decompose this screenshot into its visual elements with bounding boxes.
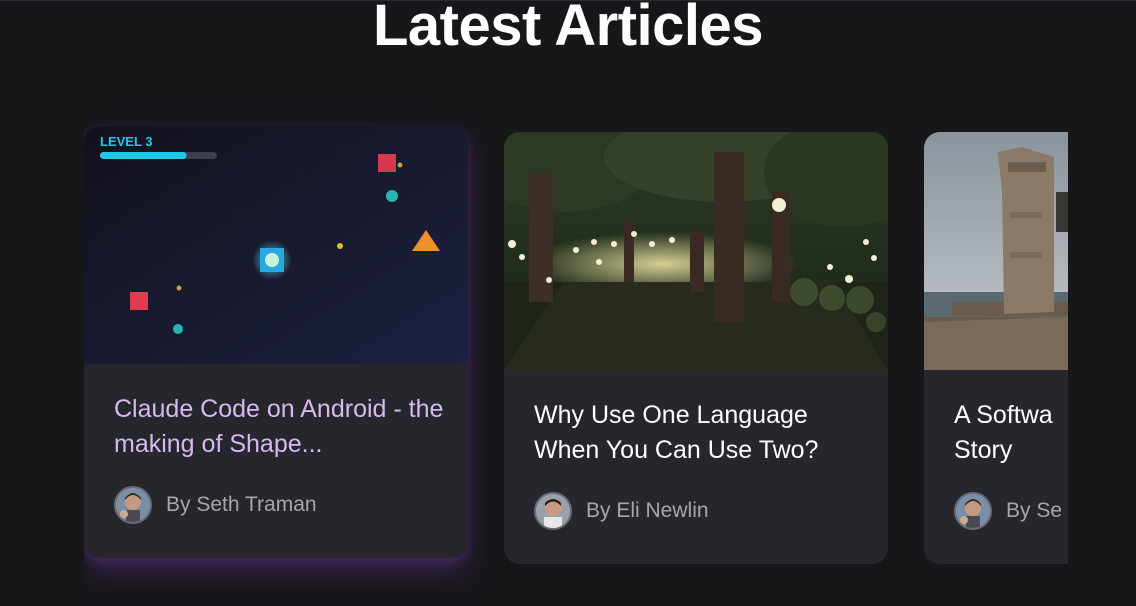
level-progress-fill: [100, 152, 187, 159]
articles-carousel: LEVEL 3 Claude Code on Android - the mak…: [84, 110, 1068, 606]
article-thumbnail: [504, 132, 888, 370]
yellow-dot: [397, 162, 403, 168]
red-square-shape: [378, 154, 396, 172]
article-thumbnail: [924, 132, 1068, 370]
author-avatar: [534, 492, 572, 530]
author-byline: By Eli Newlin: [534, 492, 709, 530]
player-core: [265, 253, 279, 267]
article-title[interactable]: Why Use One Language When You Can Use Tw…: [534, 398, 864, 468]
author-byline: By Seth Traman: [114, 486, 317, 524]
article-card[interactable]: A Softwa Story By Se: [924, 132, 1068, 564]
author-name: By Se: [1006, 499, 1063, 522]
stone-tower-image: [924, 132, 1068, 370]
article-card[interactable]: LEVEL 3 Claude Code on Android - the mak…: [84, 126, 468, 558]
teal-dot: [173, 324, 183, 334]
author-avatar: [114, 486, 152, 524]
game-screenshot-image: LEVEL 3: [84, 126, 468, 364]
page-title: Latest Articles: [372, 0, 764, 58]
author-name: By Seth Traman: [166, 493, 317, 516]
article-title[interactable]: Claude Code on Android - the making of S…: [114, 392, 444, 462]
teal-dot: [386, 190, 398, 202]
article-thumbnail: LEVEL 3: [84, 126, 468, 364]
author-byline: By Se: [954, 492, 1062, 530]
author-name: By Eli Newlin: [586, 499, 709, 522]
article-title[interactable]: A Softwa Story: [954, 398, 1068, 468]
yellow-dot: [176, 285, 182, 291]
forest-scene-image: [504, 132, 888, 370]
yellow-dot: [337, 243, 343, 249]
author-avatar: [954, 492, 992, 530]
article-card[interactable]: Why Use One Language When You Can Use Tw…: [504, 132, 888, 564]
level-label: LEVEL 3: [100, 134, 153, 149]
red-square-shape: [130, 292, 148, 310]
